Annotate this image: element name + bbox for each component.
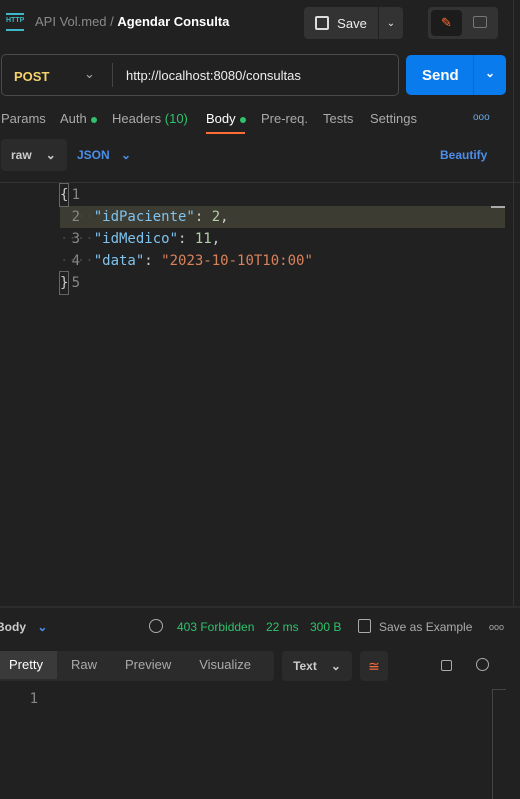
language-select[interactable]: JSON ⌄	[77, 148, 131, 162]
save-dropdown[interactable]: ⌄	[379, 7, 403, 39]
chevron-down-icon[interactable]: ⌄	[84, 66, 95, 82]
comment-icon[interactable]	[473, 16, 487, 28]
line-number: 1	[29, 691, 38, 707]
tab-label: Headers	[112, 111, 162, 126]
json-key: "idMedico"	[93, 231, 179, 247]
tab-visualize[interactable]: Visualize	[185, 651, 265, 679]
json-key: "data"	[93, 253, 145, 269]
scrollbar[interactable]	[491, 206, 505, 208]
wrap-lines-icon[interactable]: ≅	[360, 651, 388, 681]
send-label: Send	[422, 66, 459, 84]
request-title: Agendar Consulta	[117, 14, 230, 29]
active-tab-indicator	[206, 132, 245, 134]
collection-link[interactable]: API Vol.med	[35, 14, 107, 29]
tab-body[interactable]: Body	[206, 111, 246, 126]
scrollbar[interactable]	[492, 689, 506, 799]
send-dropdown[interactable]: ⌄	[473, 55, 506, 95]
tab-label: Body	[206, 111, 236, 126]
more-icon[interactable]: ooo	[473, 112, 490, 123]
globe-icon[interactable]	[149, 619, 163, 633]
response-time[interactable]: 22 ms	[266, 620, 299, 634]
tab-preview[interactable]: Preview	[111, 651, 185, 679]
method-select[interactable]: POST	[14, 69, 49, 84]
search-icon[interactable]	[476, 658, 489, 671]
code-line: ····"idMedico": 11,	[60, 231, 221, 247]
url-input[interactable]: http://localhost:8080/consultas	[126, 68, 301, 83]
save-as-example-button[interactable]: Save as Example	[379, 620, 472, 634]
beautify-button[interactable]: Beautify	[440, 148, 487, 162]
send-button[interactable]: Send ⌄	[406, 55, 506, 95]
chevron-down-icon: ⌄	[330, 659, 341, 673]
tab-label: Auth	[60, 111, 87, 126]
chevron-down-icon: ⌄	[37, 620, 48, 634]
response-size[interactable]: 300 B	[310, 620, 341, 634]
tab-tests[interactable]: Tests	[323, 111, 353, 126]
mode-label: raw	[11, 148, 32, 162]
url-bar: POST ⌄ http://localhost:8080/consultas	[1, 54, 399, 96]
save-icon	[315, 16, 330, 30]
tab-params[interactable]: Params	[1, 111, 46, 126]
format-label: Text	[293, 659, 317, 673]
json-value: "2023-10-10T10:00"	[161, 253, 313, 269]
save-button[interactable]: Save	[304, 7, 378, 39]
json-key: "idPaciente"	[93, 209, 195, 225]
http-icon: HTTP	[6, 13, 24, 31]
json-value: 2	[211, 209, 221, 225]
breadcrumb: API Vol.med / Agendar Consulta	[35, 14, 229, 29]
tab-auth[interactable]: Auth	[60, 111, 97, 126]
save-icon	[358, 619, 371, 633]
copy-icon[interactable]	[441, 660, 452, 671]
headers-count: (10)	[164, 111, 188, 126]
divider	[112, 63, 113, 87]
body-mode-select[interactable]: raw ⌄	[1, 139, 67, 171]
format-select[interactable]: Text ⌄	[282, 651, 352, 681]
code-line: ····"data": "2023-10-10T10:00"	[60, 253, 313, 269]
separator: /	[110, 14, 114, 29]
response-view-tabs: Pretty Raw Preview Visualize	[0, 651, 274, 681]
status-dot	[239, 116, 246, 123]
code-line: ····"idPaciente": 2,	[60, 209, 229, 225]
response-body-select[interactable]: Body ⌄	[0, 620, 47, 634]
chevron-down-icon: ⌄	[121, 148, 132, 162]
tab-pretty[interactable]: Pretty	[0, 651, 57, 679]
status-code[interactable]: 403 Forbidden	[177, 620, 254, 634]
json-value: 11	[194, 231, 212, 247]
more-icon[interactable]: ooo	[489, 622, 504, 632]
code-line: {	[58, 183, 70, 207]
status-dot	[90, 116, 97, 123]
tab-raw[interactable]: Raw	[57, 651, 111, 679]
response-label: Body	[0, 620, 26, 634]
code-editor[interactable]: 1 2 3 4 5 { ····"idPaciente": 2, ····"id…	[0, 183, 505, 604]
save-label: Save	[337, 15, 367, 31]
tab-settings[interactable]: Settings	[370, 111, 417, 126]
vertical-divider	[513, 0, 514, 606]
edit-pencil-icon[interactable]: ✎	[431, 10, 462, 36]
tab-prereq[interactable]: Pre-req.	[261, 111, 308, 126]
panel-divider[interactable]	[0, 606, 520, 608]
tab-headers[interactable]: Headers (10)	[112, 111, 188, 126]
code-line: }	[58, 271, 70, 295]
chevron-down-icon: ⌄	[45, 148, 56, 162]
divider	[0, 182, 520, 183]
language-label: JSON	[77, 148, 110, 162]
